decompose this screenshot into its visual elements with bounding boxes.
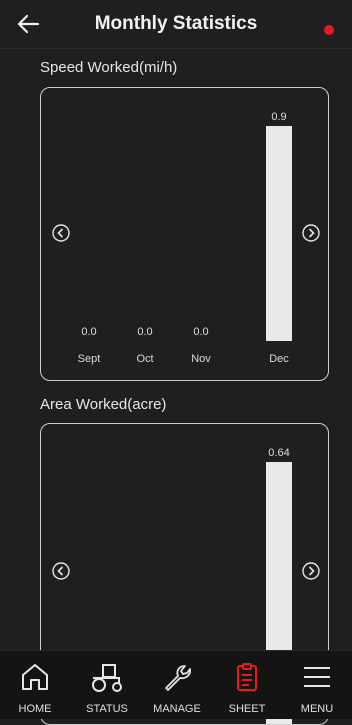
wrench-icon bbox=[165, 665, 192, 691]
bar-value-label: 0.64 bbox=[268, 447, 289, 459]
speed-bar-chart: 0.0 Sept 0.0 Oct 0.0 Nov 0.9 Dec bbox=[78, 111, 292, 365]
home-icon bbox=[22, 664, 48, 690]
category-label: Dec bbox=[269, 353, 289, 365]
chart-prev-arrow-icon[interactable] bbox=[52, 562, 70, 580]
clipboard-icon bbox=[237, 663, 257, 691]
category-label: Sept bbox=[78, 353, 101, 365]
bar-value-label: 0.0 bbox=[137, 326, 152, 338]
tractor-icon bbox=[92, 664, 122, 692]
page-title: Monthly Statistics bbox=[94, 13, 258, 34]
area-section-label: Area Worked(acre) bbox=[40, 396, 167, 413]
bar-value-label: 0.0 bbox=[81, 326, 96, 338]
tab-label: MANAGE bbox=[153, 703, 201, 715]
tab-label: MENU bbox=[300, 703, 334, 715]
tab-sheet[interactable]: SHEET bbox=[212, 651, 282, 719]
tab-status[interactable]: STATUS bbox=[72, 651, 142, 719]
bar-value-label: 0.0 bbox=[193, 326, 208, 338]
tab-label: SHEET bbox=[228, 703, 266, 715]
bar-value-label: 0.9 bbox=[271, 111, 286, 123]
category-label: Oct bbox=[136, 353, 153, 365]
menu-icon bbox=[304, 667, 330, 687]
tab-label: HOME bbox=[18, 703, 52, 715]
tab-menu[interactable]: MENU bbox=[282, 651, 352, 719]
chart-next-arrow-icon[interactable] bbox=[302, 562, 320, 580]
tab-manage[interactable]: MANAGE bbox=[142, 651, 212, 719]
speed-chart-card: 0.0 Sept 0.0 Oct 0.0 Nov 0.9 Dec bbox=[40, 87, 329, 381]
app-header: Monthly Statistics bbox=[0, 0, 352, 49]
bar-dec bbox=[266, 126, 292, 341]
status-indicator-dot bbox=[324, 25, 334, 35]
speed-section-label: Speed Worked(mi/h) bbox=[40, 59, 178, 76]
bottom-tab-bar: HOME STATUS MANAGE SHEET MENU bbox=[0, 650, 352, 719]
tab-label: STATUS bbox=[86, 703, 128, 715]
chart-next-arrow-icon[interactable] bbox=[302, 224, 320, 242]
category-label: Nov bbox=[191, 353, 211, 365]
tab-home[interactable]: HOME bbox=[0, 651, 70, 719]
chart-prev-arrow-icon[interactable] bbox=[52, 224, 70, 242]
